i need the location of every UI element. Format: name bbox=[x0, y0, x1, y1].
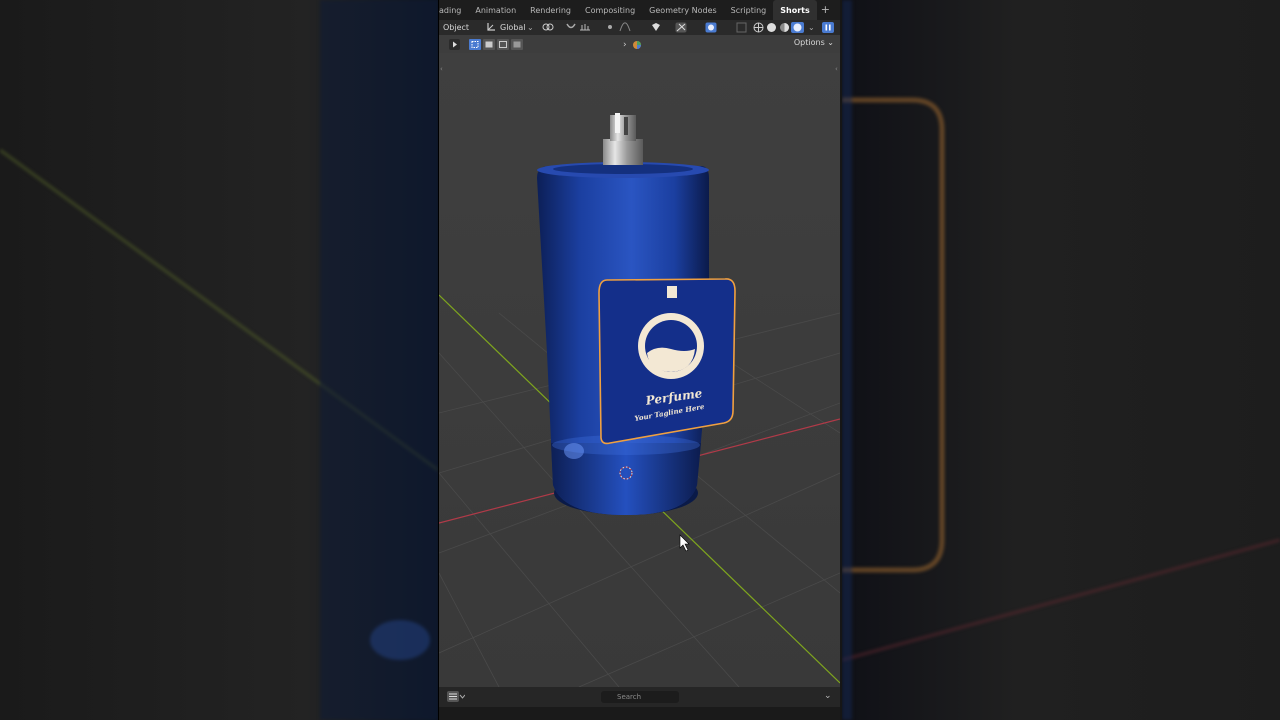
chevron-right-icon[interactable]: › bbox=[623, 40, 627, 50]
falloff-icon[interactable] bbox=[619, 22, 631, 33]
snap-icon[interactable] bbox=[565, 22, 577, 33]
options-label: Options bbox=[793, 38, 825, 47]
footer-bar: Search ⌄ bbox=[439, 687, 840, 707]
material-shading-icon[interactable] bbox=[779, 22, 790, 33]
viewport-scene: ‹ ‹ bbox=[439, 53, 840, 688]
rendered-shading-icon[interactable] bbox=[791, 22, 804, 33]
3d-viewport[interactable]: ‹ ‹ Perfume Your Tagline Here bbox=[439, 53, 840, 688]
tab-animation[interactable]: Animation bbox=[468, 0, 523, 20]
add-workspace-button[interactable]: + bbox=[817, 0, 834, 20]
orientation-icon bbox=[486, 22, 496, 33]
solid-shading-icon[interactable] bbox=[766, 22, 777, 33]
blender-window: ading Animation Rendering Compositing Ge… bbox=[439, 0, 840, 720]
tab-scripting[interactable]: Scripting bbox=[724, 0, 774, 20]
background-left-blur bbox=[0, 0, 438, 720]
workspace-tabs: ading Animation Rendering Compositing Ge… bbox=[439, 0, 840, 20]
snap-target-icon[interactable] bbox=[579, 22, 591, 33]
visibility-icon[interactable] bbox=[650, 22, 662, 33]
background-right-blur bbox=[842, 0, 1280, 720]
proportional-icon[interactable] bbox=[605, 22, 615, 33]
wireframe-shading-icon[interactable] bbox=[753, 22, 764, 33]
gizmo-icon[interactable] bbox=[675, 22, 687, 33]
transform-orientation-dropdown[interactable]: Global bbox=[497, 22, 529, 33]
pivot-icon[interactable] bbox=[542, 22, 554, 33]
tool-settings-row: › Options ⌄ bbox=[439, 35, 840, 53]
tab-rendering[interactable]: Rendering bbox=[523, 0, 578, 20]
chevron-down-icon: ⌄ bbox=[527, 23, 534, 32]
pause-icon[interactable] bbox=[822, 22, 834, 33]
viewport-header: Object Global ⌄ ⌄ bbox=[439, 20, 840, 35]
status-strip bbox=[439, 707, 840, 720]
tab-compositing[interactable]: Compositing bbox=[578, 0, 642, 20]
svg-text:‹: ‹ bbox=[835, 65, 838, 73]
scene-icon bbox=[632, 40, 642, 52]
xray-icon[interactable] bbox=[736, 22, 747, 33]
tool-icon[interactable] bbox=[449, 39, 460, 52]
tab-shading[interactable]: ading bbox=[439, 0, 468, 20]
mode-selector[interactable]: Object bbox=[443, 22, 469, 33]
tab-shorts[interactable]: Shorts bbox=[773, 0, 817, 20]
options-dropdown[interactable]: Options ⌄ bbox=[794, 38, 834, 47]
editor-type-icon[interactable] bbox=[447, 691, 466, 704]
footer-chevron-down-icon[interactable]: ⌄ bbox=[824, 691, 832, 701]
svg-text:‹: ‹ bbox=[440, 65, 443, 73]
sprayer-collar bbox=[603, 139, 643, 165]
select-box-icon[interactable] bbox=[469, 39, 527, 52]
sprayer-cap bbox=[610, 115, 636, 141]
overlay-icon[interactable] bbox=[705, 22, 717, 33]
bottle-label bbox=[598, 278, 736, 445]
shading-dropdown-icon[interactable]: ⌄ bbox=[808, 22, 815, 33]
tab-geometry-nodes[interactable]: Geometry Nodes bbox=[642, 0, 723, 20]
search-input[interactable]: Search bbox=[601, 691, 679, 703]
